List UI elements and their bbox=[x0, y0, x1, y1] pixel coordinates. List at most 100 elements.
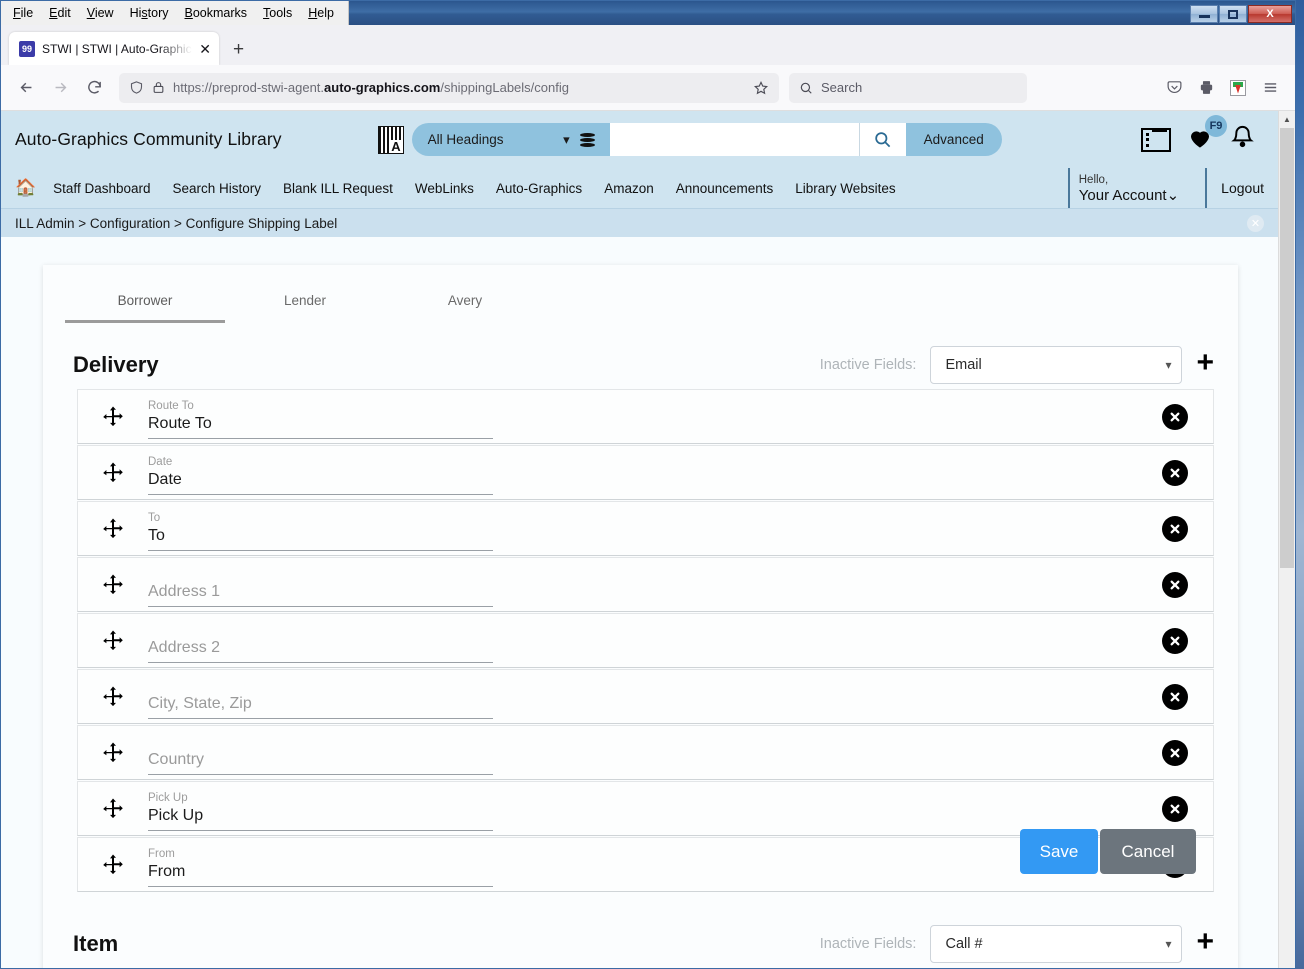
save-to-pocket-icon[interactable] bbox=[1159, 73, 1189, 103]
tab-avery[interactable]: Avery bbox=[385, 283, 545, 323]
account-menu[interactable]: Hello, Your Account⌄ bbox=[1067, 168, 1179, 208]
field-input[interactable]: To To bbox=[148, 507, 493, 551]
drag-handle-icon[interactable] bbox=[78, 573, 148, 597]
delivery-row[interactable]: Pick Up Pick Up bbox=[77, 781, 1214, 836]
nav-weblinks[interactable]: WebLinks bbox=[404, 181, 485, 196]
page-scrollbar[interactable]: ▲ bbox=[1278, 111, 1295, 968]
delivery-inactive-fields: Inactive Fields: Email ▾ + bbox=[820, 346, 1214, 384]
field-input[interactable]: Address 1 bbox=[148, 563, 493, 607]
breadcrumb[interactable]: ILL Admin > Configuration > Configure Sh… bbox=[15, 216, 337, 231]
nav-announcements[interactable]: Announcements bbox=[665, 181, 785, 196]
address-bar[interactable]: https://preprod-stwi-agent.auto-graphics… bbox=[119, 72, 779, 103]
nav-blank-ill-request[interactable]: Blank ILL Request bbox=[272, 181, 404, 196]
save-button[interactable]: Save bbox=[1020, 829, 1098, 874]
field-input[interactable]: Address 2 bbox=[148, 619, 493, 663]
field-floating-label bbox=[148, 680, 493, 693]
logout-link[interactable]: Logout bbox=[1221, 180, 1264, 196]
app-menu-icon[interactable] bbox=[1255, 73, 1285, 103]
menu-bookmarks[interactable]: Bookmarks bbox=[177, 3, 256, 24]
forward-icon[interactable] bbox=[45, 73, 75, 103]
drag-handle-icon[interactable] bbox=[78, 797, 148, 821]
extension-shield-icon[interactable] bbox=[1223, 73, 1253, 103]
drag-handle-icon[interactable] bbox=[78, 629, 148, 653]
nav-search-history[interactable]: Search History bbox=[162, 181, 273, 196]
scrollbar-thumb[interactable] bbox=[1280, 128, 1294, 568]
drag-handle-icon[interactable] bbox=[78, 741, 148, 765]
scroll-up-icon[interactable]: ▲ bbox=[1279, 111, 1295, 128]
delivery-row[interactable]: Address 2 bbox=[77, 613, 1214, 668]
delivery-row[interactable]: Date Date bbox=[77, 445, 1214, 500]
home-icon[interactable]: 🏠 bbox=[15, 178, 42, 198]
search-scope-value: All Headings bbox=[427, 132, 504, 147]
item-inactive-fields: Inactive Fields: Call # ▾ + bbox=[820, 925, 1214, 963]
delivery-field-rows: Route To Route To Date Date To To Address 1 Add… bbox=[77, 389, 1214, 892]
tab-lender[interactable]: Lender bbox=[225, 283, 385, 323]
my-lists-icon[interactable] bbox=[1141, 127, 1171, 152]
field-input[interactable]: Pick Up Pick Up bbox=[148, 787, 493, 831]
back-icon[interactable] bbox=[11, 73, 41, 103]
delivery-row[interactable]: Route To Route To bbox=[77, 389, 1214, 444]
remove-field-button[interactable] bbox=[1162, 627, 1188, 654]
delivery-row[interactable]: City, State, Zip bbox=[77, 669, 1214, 724]
reload-icon[interactable] bbox=[79, 73, 109, 103]
menu-view[interactable]: View bbox=[79, 3, 122, 24]
application-header: Auto-Graphics Community Library All Head… bbox=[1, 111, 1278, 208]
field-input[interactable]: Country bbox=[148, 731, 493, 775]
item-inactive-select[interactable]: Call # ▾ bbox=[930, 925, 1183, 963]
drag-handle-icon[interactable] bbox=[78, 517, 148, 541]
item-add-field-button[interactable]: + bbox=[1196, 927, 1214, 961]
primary-navigation: 🏠 Staff Dashboard Search History Blank I… bbox=[1, 168, 1278, 208]
browser-tab[interactable]: STWI | STWI | Auto-Graphics Inc ✕ bbox=[9, 32, 219, 65]
language-toggle-icon[interactable] bbox=[377, 125, 404, 154]
alerts-bell-icon[interactable] bbox=[1229, 123, 1256, 156]
remove-field-button[interactable] bbox=[1162, 459, 1188, 486]
nav-auto-graphics[interactable]: Auto-Graphics bbox=[485, 181, 593, 196]
nav-library-websites[interactable]: Library Websites bbox=[784, 181, 906, 196]
cancel-button[interactable]: Cancel bbox=[1100, 829, 1196, 874]
delivery-inactive-select[interactable]: Email ▾ bbox=[930, 346, 1183, 384]
remove-field-button[interactable] bbox=[1162, 683, 1188, 710]
nav-amazon[interactable]: Amazon bbox=[593, 181, 665, 196]
new-tab-button[interactable]: + bbox=[221, 40, 256, 65]
advanced-search-button[interactable]: Advanced bbox=[905, 123, 1002, 156]
field-input[interactable]: From From bbox=[148, 843, 493, 887]
field-input[interactable]: Date Date bbox=[148, 451, 493, 495]
drag-handle-icon[interactable] bbox=[78, 461, 148, 485]
drag-handle-icon[interactable] bbox=[78, 405, 148, 429]
search-input[interactable] bbox=[609, 123, 859, 156]
bookmark-star-icon[interactable] bbox=[753, 80, 769, 96]
menu-help[interactable]: Help bbox=[300, 3, 342, 24]
delivery-add-field-button[interactable]: + bbox=[1196, 348, 1214, 382]
remove-field-button[interactable] bbox=[1162, 515, 1188, 542]
remove-field-button[interactable] bbox=[1162, 403, 1188, 430]
main-content: Borrower Lender Avery Delivery Inactive … bbox=[1, 237, 1278, 968]
browser-search-placeholder: Search bbox=[821, 80, 863, 95]
field-input[interactable]: Route To Route To bbox=[148, 395, 493, 439]
delivery-row[interactable]: Country bbox=[77, 725, 1214, 780]
menu-edit[interactable]: Edit bbox=[41, 3, 79, 24]
search-submit-icon[interactable] bbox=[858, 123, 906, 156]
remove-field-button[interactable] bbox=[1162, 795, 1188, 822]
nav-staff-dashboard[interactable]: Staff Dashboard bbox=[42, 181, 161, 196]
menu-history[interactable]: History bbox=[122, 3, 177, 24]
database-icon[interactable] bbox=[578, 132, 598, 147]
remove-field-button[interactable] bbox=[1162, 739, 1188, 766]
maximize-button[interactable] bbox=[1219, 5, 1247, 23]
minimize-button[interactable] bbox=[1190, 5, 1218, 23]
field-input[interactable]: City, State, Zip bbox=[148, 675, 493, 719]
menu-tools[interactable]: Tools bbox=[255, 3, 300, 24]
delivery-row[interactable]: To To bbox=[77, 501, 1214, 556]
close-window-button[interactable]: X bbox=[1248, 5, 1292, 23]
browser-search-bar[interactable]: Search bbox=[789, 72, 1027, 103]
menu-file[interactable]: File bbox=[5, 3, 41, 24]
close-tab-icon[interactable]: ✕ bbox=[199, 42, 211, 56]
close-icon[interactable]: ✕ bbox=[1247, 215, 1264, 232]
delivery-row[interactable]: Address 1 bbox=[77, 557, 1214, 612]
favorites-icon[interactable]: F9 bbox=[1185, 114, 1227, 156]
print-icon[interactable] bbox=[1191, 73, 1221, 103]
drag-handle-icon[interactable] bbox=[78, 853, 148, 877]
remove-field-button[interactable] bbox=[1162, 571, 1188, 598]
tab-borrower[interactable]: Borrower bbox=[65, 283, 225, 323]
drag-handle-icon[interactable] bbox=[78, 685, 148, 709]
search-scope-select[interactable]: All Headings ▾ bbox=[411, 123, 610, 156]
